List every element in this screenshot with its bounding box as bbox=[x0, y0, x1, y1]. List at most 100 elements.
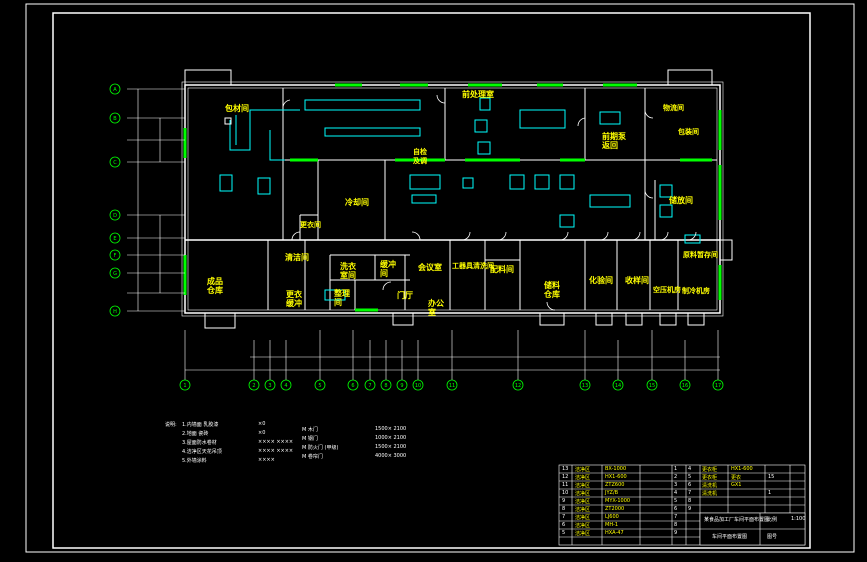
vertical-axis-label: 16 bbox=[682, 383, 688, 389]
title-block-cell: 9 bbox=[688, 506, 692, 512]
legend-mid-3: ×××× ×××× bbox=[258, 439, 294, 445]
title-block-cell: MYX-1000 bbox=[605, 498, 631, 504]
title-block-cell: JYZ/B bbox=[605, 490, 619, 496]
title-block-cell: 更衣柜 bbox=[702, 475, 718, 481]
title-block-cell: 6 bbox=[674, 506, 678, 512]
room-label-tool-washing: 工器具清洗间 bbox=[452, 262, 494, 270]
vertical-axis-label: 12 bbox=[515, 383, 521, 389]
title-block-cell: 更衣 bbox=[731, 475, 742, 481]
title-block-cell: 洁净区 bbox=[575, 491, 591, 497]
horizontal-axis-label: D bbox=[113, 213, 117, 219]
title-block-sheet-label: 图号 bbox=[767, 534, 778, 540]
title-block-cell: HX1-600 bbox=[731, 466, 753, 472]
vertical-axis-label: 8 bbox=[384, 383, 387, 389]
horizontal-axis-bubbles: A B C D E F G H bbox=[109, 83, 121, 317]
title-block-scale-value: 1:100 bbox=[791, 516, 806, 522]
entrance-bottom-5 bbox=[625, 312, 643, 326]
horizontal-axis-label: B bbox=[113, 116, 117, 122]
title-block-cell: 7 bbox=[674, 514, 678, 520]
title-block-cell: 1 bbox=[768, 490, 772, 496]
title-block-cell: 清洗机 bbox=[702, 491, 718, 497]
horizontal-axis-label: A bbox=[113, 87, 117, 93]
title-block-cell: 洁净区 bbox=[575, 523, 591, 529]
title-block-cell: 4 bbox=[688, 466, 692, 472]
vertical-axis-label: 14 bbox=[615, 383, 621, 389]
stair-top-right bbox=[667, 69, 713, 86]
title-block-cell: 6 bbox=[688, 482, 692, 488]
room-label-lab: 化验间 bbox=[589, 276, 613, 285]
legend-right-val-2: 1000× 2100 bbox=[375, 435, 407, 441]
room-label-packing-material: 包材间 bbox=[225, 104, 249, 113]
room-label-sorting: 整理间 bbox=[334, 289, 350, 307]
room-label-refrigeration: 制冷机房 bbox=[682, 287, 710, 295]
legend-mid-2: ×0 bbox=[258, 430, 266, 436]
vertical-axis-label: 2 bbox=[252, 383, 255, 389]
horizontal-axis-label: E bbox=[113, 236, 116, 242]
title-block-cell: 5 bbox=[674, 498, 678, 504]
stair-top-left bbox=[184, 69, 232, 86]
title-block-cell: ZTZ600 bbox=[605, 482, 625, 488]
entrance-bottom-2 bbox=[392, 312, 414, 326]
legend-right-2: M 钢门 bbox=[302, 436, 318, 442]
horizontal-axis-label: C bbox=[113, 160, 117, 166]
vertical-axis-label: 15 bbox=[649, 383, 655, 389]
room-label-prepump-return: 前期泵 返回 bbox=[602, 132, 626, 150]
title-block-cell: 8 bbox=[674, 522, 678, 528]
title-block-cell: BX-1000 bbox=[605, 466, 627, 472]
legend-left-2: 2.地面 瓷砖 bbox=[182, 431, 209, 437]
room-label-batching: 配料间 bbox=[490, 265, 514, 274]
title-block-cell: 7 bbox=[688, 490, 692, 496]
title-block-cell: 洁净区 bbox=[575, 531, 591, 537]
entrance-bottom-6 bbox=[659, 312, 677, 326]
title-block-cell: 8 bbox=[562, 506, 566, 512]
legend-right-val-4: 4000× 3000 bbox=[375, 453, 407, 459]
room-label-meeting: 会议室 bbox=[418, 263, 442, 272]
vertical-axis-label: 1 bbox=[183, 383, 186, 389]
entrance-bottom-7 bbox=[687, 312, 705, 326]
room-label-change-buffer: 更衣 缓冲 bbox=[286, 290, 302, 308]
title-block-cell: ZT2000 bbox=[605, 506, 625, 512]
legend-left-1: 1.内墙面 乳胶漆 bbox=[182, 422, 219, 428]
room-label-air-compressor: 空压机房 bbox=[653, 286, 681, 294]
title-block-cell: 11 bbox=[562, 482, 569, 488]
title-block-cell: 洁净区 bbox=[575, 499, 591, 505]
title-block-project: 某食品加工厂车间平面布置图 bbox=[704, 517, 770, 523]
title-block-cell: GX1 bbox=[731, 482, 742, 488]
entrance-bottom-left bbox=[204, 312, 236, 329]
entrance-bottom-3 bbox=[539, 312, 565, 326]
vertical-axis-label: 10 bbox=[415, 383, 421, 389]
legend-left-5: 5.外墙涂料 bbox=[182, 458, 207, 464]
title-block-cell: 15 bbox=[768, 474, 775, 480]
title-block-cell: 洁净区 bbox=[575, 467, 591, 473]
horizontal-axis-label: F bbox=[114, 253, 117, 259]
bottom-dimension-lines bbox=[184, 330, 720, 380]
title-block-scale-label: 比例 bbox=[767, 517, 778, 523]
legend-right-1: M 木门 bbox=[302, 427, 318, 433]
legend-left-3: 3.屋面防水卷材 bbox=[182, 440, 217, 446]
vertical-axis-label: 9 bbox=[400, 383, 403, 389]
room-label-raw-material: 原料暂存间 bbox=[683, 251, 718, 259]
vertical-axis-bubbles: 1 2 3 4 5 6 7 8 9 10 11 12 13 14 15 16 17 bbox=[179, 379, 724, 391]
room-label-cooling: 冷却间 bbox=[345, 198, 369, 207]
title-block-cell: 4 bbox=[674, 490, 678, 496]
title-block-cell: 6 bbox=[562, 522, 566, 528]
sheet-border-inner bbox=[52, 12, 811, 549]
legend-heading: 说明: bbox=[165, 422, 177, 428]
title-block-cell: 2 bbox=[674, 474, 678, 480]
room-label-office: 办公室 bbox=[428, 299, 444, 317]
left-dimension-lines bbox=[127, 88, 185, 312]
title-block-cell: 8 bbox=[688, 498, 692, 504]
horizontal-axis-label: H bbox=[113, 309, 117, 315]
title-block-cell: 13 bbox=[562, 466, 569, 472]
title-block-cell: 10 bbox=[562, 490, 569, 496]
title-block-cell: 更衣柜 bbox=[702, 467, 718, 473]
room-label-sample: 收样间 bbox=[625, 276, 649, 285]
legend-mid-4: ×××× ×××× bbox=[258, 448, 294, 454]
legend-right-4: M 卷帘门 bbox=[302, 454, 323, 460]
partition-walls bbox=[267, 88, 717, 310]
room-label-laundry: 洗衣 室间 bbox=[340, 262, 356, 280]
sheet-border-outer bbox=[25, 3, 855, 553]
title-block-cell: 1 bbox=[674, 466, 678, 472]
room-label-pretreatment: 前处理室 bbox=[462, 90, 494, 99]
room-label-logistics: 物流间 bbox=[663, 104, 684, 112]
